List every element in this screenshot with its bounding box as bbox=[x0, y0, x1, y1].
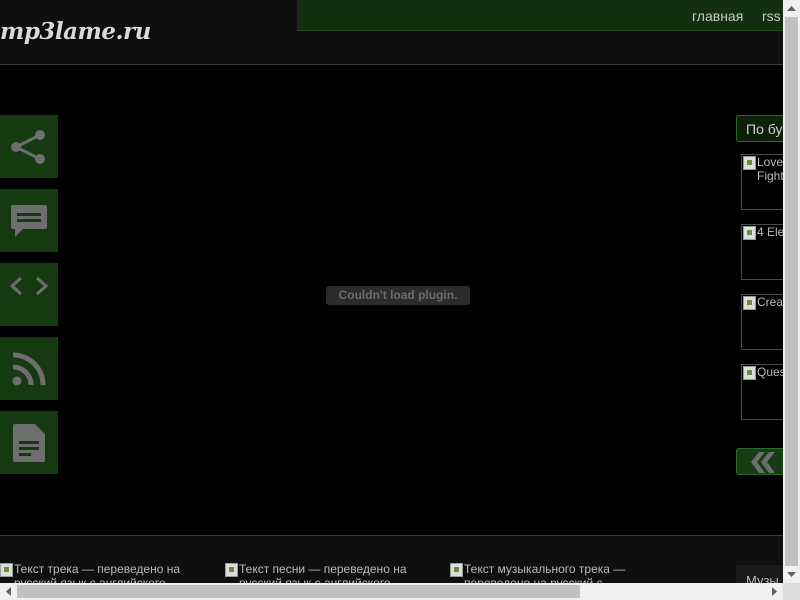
broken-image-icon bbox=[743, 156, 756, 170]
plugin-error-message: Couldn't load plugin. bbox=[326, 286, 470, 305]
related-track-alt-text: Текст трека — переведено на русский язык… bbox=[14, 562, 181, 584]
broken-image-icon bbox=[225, 563, 238, 577]
scrollbar-corner bbox=[783, 583, 800, 600]
site-header: mp3lame.ru главная rss bbox=[0, 0, 783, 65]
comment-button[interactable] bbox=[0, 189, 58, 252]
related-track-alt-text: Текст музыкального трека — переведено на… bbox=[464, 562, 626, 584]
rss-button[interactable] bbox=[0, 337, 58, 400]
broken-image-icon bbox=[743, 226, 756, 240]
related-track-item[interactable]: Текст трека — переведено на русский язык… bbox=[0, 562, 215, 584]
share-icon bbox=[11, 129, 45, 164]
code-icon bbox=[9, 276, 49, 295]
scroll-down-arrow-icon[interactable] bbox=[783, 566, 800, 583]
scroll-right-arrow-icon[interactable] bbox=[766, 583, 783, 600]
comment-icon bbox=[11, 204, 47, 237]
broken-image-icon bbox=[743, 366, 756, 380]
nav-link-rss[interactable]: rss bbox=[762, 8, 781, 24]
related-tracks-strip: Текст трека — переведено на русский язык… bbox=[0, 535, 783, 584]
scroll-left-arrow-icon[interactable] bbox=[0, 583, 17, 600]
embed-code-button[interactable] bbox=[0, 263, 58, 326]
related-track-item[interactable]: Текст песни — переведено на русский язык… bbox=[225, 562, 440, 584]
vertical-scrollbar[interactable] bbox=[783, 0, 800, 583]
broken-image-icon bbox=[0, 563, 13, 577]
share-button[interactable] bbox=[0, 115, 58, 178]
site-logo[interactable]: mp3lame.ru bbox=[0, 18, 151, 45]
related-track-item[interactable]: Текст музыкального трека — переведено на… bbox=[450, 562, 665, 584]
nav-link-home[interactable]: главная bbox=[692, 8, 743, 24]
horizontal-scrollbar[interactable] bbox=[0, 583, 783, 600]
top-nav: главная rss bbox=[297, 0, 783, 31]
scroll-up-arrow-icon[interactable] bbox=[783, 0, 800, 17]
rss-icon bbox=[12, 352, 46, 385]
vertical-scroll-thumb[interactable] bbox=[785, 17, 798, 566]
related-track-alt-text: Текст песни — переведено на русский язык… bbox=[239, 562, 407, 584]
document-button[interactable] bbox=[0, 411, 58, 474]
broken-image-icon bbox=[743, 296, 756, 310]
document-icon bbox=[13, 423, 45, 462]
broken-image-icon bbox=[450, 563, 463, 577]
horizontal-scroll-thumb[interactable] bbox=[17, 585, 580, 598]
music-tab[interactable]: Музы bbox=[736, 565, 783, 583]
